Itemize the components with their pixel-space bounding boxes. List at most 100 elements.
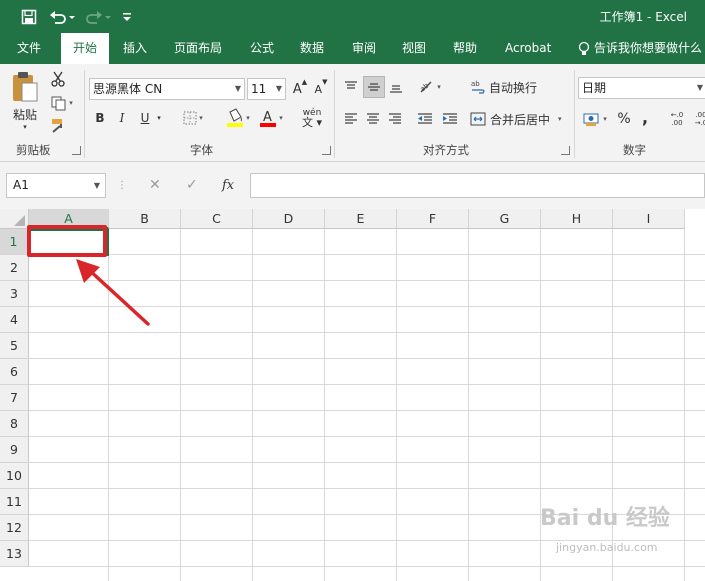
percent-button[interactable]: % <box>615 109 633 129</box>
row-header-1[interactable]: 1 <box>0 229 29 255</box>
font-name-select[interactable]: 思源黑体 CN ▼ <box>89 78 245 100</box>
tab-home[interactable]: 开始 <box>61 33 110 64</box>
alignment-launcher-icon[interactable] <box>561 146 570 155</box>
undo-icon[interactable] <box>48 7 76 26</box>
font-name-value: 思源黑体 CN <box>93 82 163 96</box>
redo-icon[interactable] <box>84 7 112 26</box>
paste-dropdown-icon[interactable]: ▾ <box>20 122 30 132</box>
fill-color-swatch <box>227 123 244 127</box>
accounting-format-icon[interactable]: ▾ <box>580 109 610 129</box>
formula-bar-grip-icon[interactable]: ⋮ <box>117 173 127 198</box>
align-left-icon[interactable] <box>342 109 360 129</box>
paste-icon[interactable] <box>8 70 42 104</box>
column-header-e[interactable]: E <box>325 209 397 229</box>
decrease-decimal-icon[interactable]: .00→.0 <box>690 108 705 130</box>
number-format-select[interactable]: 日期 ▼ <box>578 77 705 99</box>
column-header-c[interactable]: C <box>181 209 253 229</box>
font-color-swatch <box>260 123 277 127</box>
gridline-vertical <box>468 229 469 581</box>
column-header-h[interactable]: H <box>541 209 613 229</box>
save-icon[interactable] <box>20 7 38 26</box>
font-color-icon[interactable]: A ▾ <box>255 107 287 129</box>
column-header-f[interactable]: F <box>397 209 469 229</box>
row-header-5[interactable]: 5 <box>0 333 29 359</box>
column-header-i[interactable]: I <box>613 209 685 229</box>
comma-style-button[interactable]: , <box>638 107 652 127</box>
tab-data[interactable]: 数据 <box>300 33 324 64</box>
underline-button[interactable]: U <box>137 109 153 127</box>
gridline-horizontal <box>29 410 705 411</box>
align-middle-icon[interactable] <box>363 76 385 98</box>
annotation-arrow-icon <box>76 259 150 326</box>
phonetic-guide-icon[interactable]: wén 文 ▾ <box>296 106 328 130</box>
decrease-font-size-icon[interactable]: A ▼ <box>313 78 329 100</box>
align-bottom-icon[interactable] <box>387 77 405 97</box>
row-header-11[interactable]: 11 <box>0 489 29 515</box>
row-header-7[interactable]: 7 <box>0 385 29 411</box>
row-header-6[interactable]: 6 <box>0 359 29 385</box>
cut-icon[interactable] <box>49 70 67 88</box>
divider <box>574 70 575 158</box>
number-group-label: 数字 <box>623 143 646 157</box>
fill-color-icon[interactable]: ▾ <box>222 107 254 129</box>
name-box[interactable]: A1 ▼ <box>6 173 106 198</box>
increase-indent-icon[interactable] <box>440 109 460 129</box>
copy-icon[interactable]: ▾ <box>47 94 77 112</box>
title-bar: 工作簿1 - Excel <box>0 0 705 33</box>
tab-insert[interactable]: 插入 <box>123 33 147 64</box>
column-header-b[interactable]: B <box>109 209 181 229</box>
format-painter-icon[interactable] <box>48 116 68 134</box>
formula-input[interactable] <box>250 173 705 198</box>
merge-center-button[interactable]: 合并后居中 ▾ <box>470 108 570 130</box>
column-header-g[interactable]: G <box>469 209 541 229</box>
divider <box>84 70 85 158</box>
font-launcher-icon[interactable] <box>322 146 331 155</box>
alignment-group-label: 对齐方式 <box>423 143 469 157</box>
gridline-horizontal <box>29 488 705 489</box>
cancel-formula-button[interactable]: ✕ <box>149 173 161 198</box>
font-group-label: 字体 <box>190 143 213 157</box>
svg-text:ab: ab <box>471 80 480 88</box>
align-top-icon[interactable] <box>342 77 360 97</box>
tab-file[interactable]: 文件 <box>17 33 41 64</box>
column-header-d[interactable]: D <box>253 209 325 229</box>
increase-decimal-icon[interactable]: ←.0.00 <box>666 108 688 130</box>
paste-button[interactable]: 粘贴 <box>10 106 40 122</box>
tab-review[interactable]: 审阅 <box>352 33 376 64</box>
row-header-8[interactable]: 8 <box>0 411 29 437</box>
wrap-text-icon: ab <box>471 80 485 94</box>
increase-font-size-icon[interactable]: A ▲ <box>292 78 308 100</box>
wrap-text-button[interactable]: ab 自动换行 <box>470 76 545 98</box>
font-size-select[interactable]: 11 ▼ <box>247 78 286 100</box>
number-format-value: 日期 <box>582 81 607 95</box>
row-header-9[interactable]: 9 <box>0 437 29 463</box>
row-header-12[interactable]: 12 <box>0 515 29 541</box>
tab-page-layout[interactable]: 页面布局 <box>174 33 222 64</box>
align-center-icon[interactable] <box>364 109 382 129</box>
italic-button[interactable]: I <box>114 109 130 127</box>
gridline-vertical <box>396 229 397 581</box>
insert-function-button[interactable]: fx <box>222 173 234 198</box>
tab-acrobat[interactable]: Acrobat <box>505 33 551 64</box>
merge-center-label: 合并后居中 <box>490 112 551 127</box>
orientation-icon[interactable]: ab ▾ <box>415 76 445 98</box>
underline-dropdown-icon[interactable]: ▾ <box>154 109 164 127</box>
borders-icon[interactable]: ▾ <box>178 109 208 127</box>
align-right-icon[interactable] <box>386 109 404 129</box>
ribbon-tabs: 文件 开始 插入 页面布局 公式 数据 审阅 视图 帮助 Acrobat 告诉我… <box>0 33 705 64</box>
customize-toolbar-icon[interactable] <box>121 7 133 26</box>
row-header-4[interactable]: 4 <box>0 307 29 333</box>
tell-me-box[interactable]: 告诉我你想要做什么 <box>578 33 702 64</box>
row-header-13[interactable]: 13 <box>0 541 29 567</box>
clipboard-launcher-icon[interactable] <box>72 146 81 155</box>
row-header-2[interactable]: 2 <box>0 255 29 281</box>
row-header-10[interactable]: 10 <box>0 463 29 489</box>
decrease-indent-icon[interactable] <box>415 109 435 129</box>
tab-formulas[interactable]: 公式 <box>250 33 274 64</box>
select-all-button[interactable] <box>0 209 29 229</box>
enter-formula-button[interactable]: ✓ <box>186 173 198 198</box>
tab-help[interactable]: 帮助 <box>453 33 477 64</box>
bold-button[interactable]: B <box>92 109 108 127</box>
row-header-3[interactable]: 3 <box>0 281 29 307</box>
tab-view[interactable]: 视图 <box>402 33 426 64</box>
